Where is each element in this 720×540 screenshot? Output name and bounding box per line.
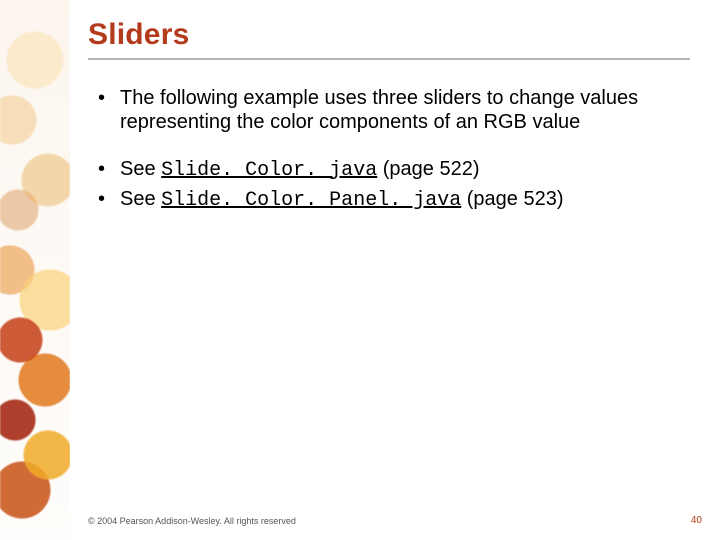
copyright-footer: © 2004 Pearson Addison-Wesley. All right… [88,516,296,526]
bullet-text-prefix: See [120,158,161,180]
bullet-item: The following example uses three sliders… [98,86,690,135]
title-rule [88,58,690,60]
page-number: 40 [691,515,702,526]
code-link: Slide. Color. java [161,159,377,182]
slide: Sliders The following example uses three… [0,0,720,540]
bullet-text-suffix: (page 522) [377,158,479,180]
bullet-text-suffix: (page 523) [461,188,563,210]
bullet-item: See Slide. Color. Panel. java (page 523) [98,187,690,213]
slide-content: Sliders The following example uses three… [70,0,720,540]
bullet-item: See Slide. Color. java (page 522) [98,157,690,183]
slide-title: Sliders [88,18,690,52]
code-link: Slide. Color. Panel. java [161,189,461,212]
bullet-list: The following example uses three sliders… [88,86,690,214]
bullet-text: The following example uses three sliders… [120,87,638,133]
decorative-sidebar [0,0,70,540]
bullet-text-prefix: See [120,188,161,210]
